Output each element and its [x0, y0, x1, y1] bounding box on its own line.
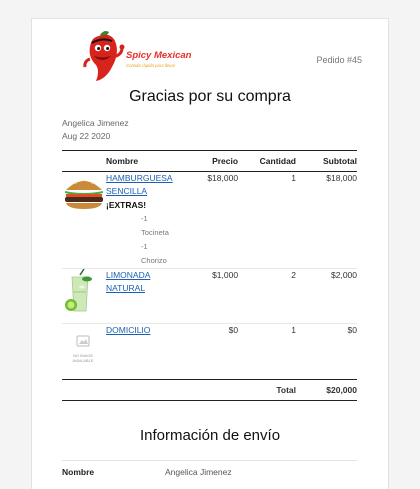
burger-image [65, 179, 103, 209]
item-name-link[interactable]: HAMBURGUESA SENCILLA [106, 173, 173, 196]
total-label: Total [238, 379, 297, 401]
order-items-table: Nombre Precio Cantidad Subtotal HAMBURGU… [62, 150, 357, 401]
item-name-link[interactable]: LIMONADA NATURAL [106, 270, 150, 293]
item-price: $0 [228, 325, 239, 335]
extra-option: Tocineta [141, 228, 169, 237]
item-image-cell [62, 171, 106, 269]
total-spacer [106, 379, 173, 401]
table-header-row: Nombre Precio Cantidad Subtotal [62, 150, 357, 172]
table-row: NO IMAGE AVAILABLE DOMICILIO $0 1 $0 [62, 324, 358, 380]
price-column-header: Precio [172, 150, 239, 172]
page-title: Gracias por su compra [129, 88, 291, 105]
total-row: Total $20,000 [62, 379, 357, 401]
item-subtotal: $18,000 [296, 171, 357, 269]
shipping-name-value: Angelica Jimenez [165, 467, 232, 477]
brand-tagline: Comida rápida para llevar [126, 63, 176, 68]
customer-name: Angelica Jimenez [62, 118, 129, 128]
item-name-cell: HAMBURGUESA SENCILLA ¡EXTRAS! -1 Tocinet… [106, 171, 173, 269]
table-row: LIMONADA NATURAL $1,000 2 $2,000 [62, 268, 357, 324]
item-price: $1,000 [172, 268, 239, 324]
extra-option: -1 Chorizo [141, 242, 167, 265]
name-column-header: Nombre [106, 150, 173, 172]
no-image-placeholder: NO IMAGE AVAILABLE [62, 324, 106, 363]
no-image-icon [76, 335, 90, 347]
order-number: Pedido #45 [316, 55, 362, 65]
chili-pepper-mascot-icon [83, 31, 125, 81]
item-price: $18,000 [172, 171, 239, 269]
divider [62, 460, 357, 461]
extra-option: -1 [141, 214, 148, 223]
table-row: HAMBURGUESA SENCILLA ¡EXTRAS! -1 Tocinet… [62, 171, 357, 269]
total-spacer [62, 379, 106, 401]
shipping-info-title: Información de envío [139, 427, 281, 444]
shipping-name-label: Nombre [62, 467, 95, 477]
receipt-card: Spicy Mexican Comida rápida para llevar … [31, 18, 389, 489]
image-column-header [62, 150, 106, 172]
extras-heading: ¡EXTRAS! [106, 200, 147, 210]
item-image-cell [62, 268, 106, 324]
item-subtotal: $0 [347, 325, 357, 335]
item-name-link[interactable]: DOMICILIO [106, 325, 150, 335]
brand-name: Spicy Mexican [126, 50, 192, 61]
no-image-text: NO IMAGE AVAILABLE [72, 353, 94, 363]
item-image-cell: NO IMAGE AVAILABLE [62, 324, 106, 380]
total-value: $20,000 [296, 379, 357, 401]
item-quantity: 1 [238, 171, 297, 269]
subtotal-column-header: Subtotal [296, 150, 357, 172]
item-name-cell: LIMONADA NATURAL [106, 268, 173, 324]
order-date: Aug 22 2020 [62, 131, 111, 141]
item-subtotal: $2,000 [296, 268, 357, 324]
brand-logo: Spicy Mexican Comida rápida para llevar [82, 29, 197, 85]
lemonade-image [65, 268, 92, 312]
item-quantity: 2 [238, 268, 297, 324]
quantity-column-header: Cantidad [238, 150, 297, 172]
item-name-cell: DOMICILIO [106, 324, 172, 380]
total-spacer [172, 379, 239, 401]
item-quantity: 1 [291, 325, 297, 335]
